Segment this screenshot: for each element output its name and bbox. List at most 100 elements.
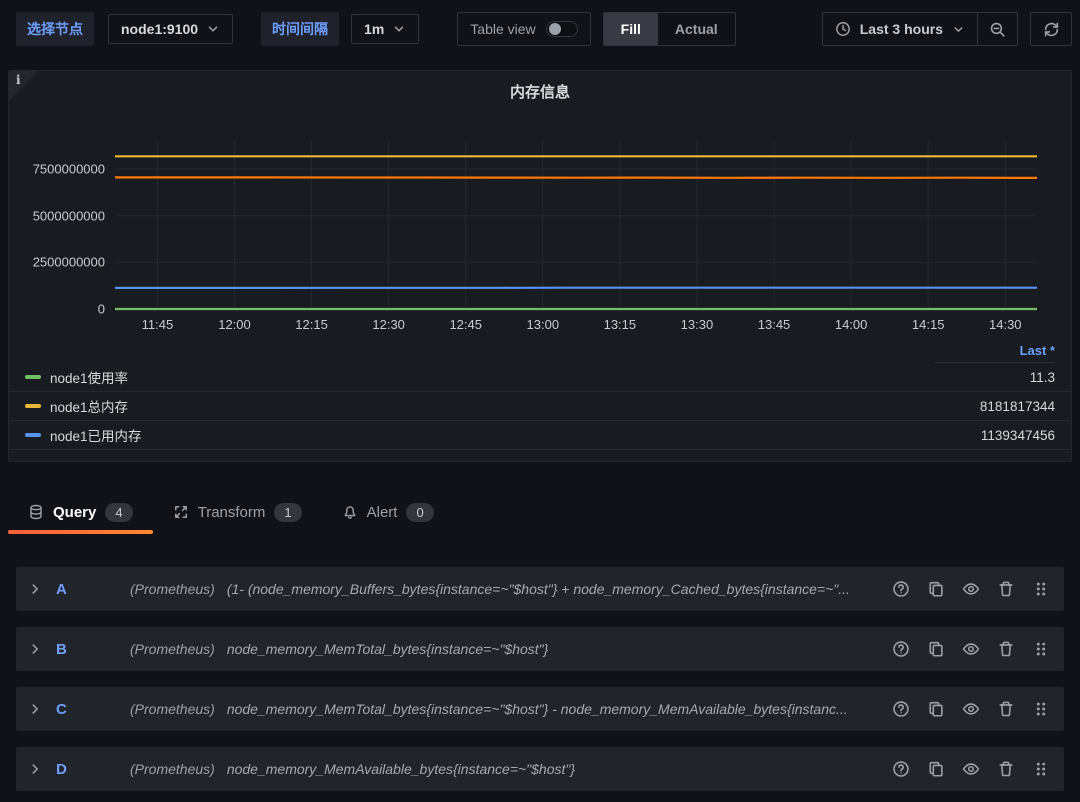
query-list: A (Prometheus) (1- (node_memory_Buffers_…: [16, 567, 1064, 791]
query-actions: [892, 580, 1050, 598]
toggle-knob: [549, 23, 561, 35]
y-axis-labels: 0250000000050000000007500000000: [9, 141, 115, 309]
toolbar: 选择节点 node1:9100 时间间隔 1m Table view Fill …: [0, 0, 1080, 48]
tab-alert[interactable]: Alert 0: [322, 490, 454, 534]
query-refid[interactable]: B: [56, 641, 114, 658]
duplicate-icon[interactable]: [927, 580, 945, 598]
time-series-plot[interactable]: [115, 141, 1037, 309]
query-row-d: D (Prometheus) node_memory_MemAvailable_…: [16, 747, 1064, 791]
query-datasource: (Prometheus): [130, 761, 215, 777]
drag-handle-icon[interactable]: [1032, 580, 1050, 598]
help-icon[interactable]: [892, 580, 910, 598]
duplicate-icon[interactable]: [927, 700, 945, 718]
eye-icon[interactable]: [962, 700, 980, 718]
fill-actual-switch: Fill Actual: [603, 12, 736, 46]
series-color-dash[interactable]: [25, 375, 41, 379]
query-refid[interactable]: C: [56, 701, 114, 718]
query-expression: node_memory_MemTotal_bytes{instance=~"$h…: [227, 701, 880, 717]
info-icon: i: [16, 73, 21, 87]
chevron-down-icon: [206, 22, 220, 36]
series-color-dash[interactable]: [25, 433, 41, 437]
help-icon[interactable]: [892, 640, 910, 658]
tab-count-badge: 1: [274, 503, 301, 522]
eye-icon[interactable]: [962, 580, 980, 598]
trash-icon[interactable]: [997, 580, 1015, 598]
expand-row-icon[interactable]: [28, 702, 42, 716]
transform-icon: [173, 504, 189, 520]
query-actions: [892, 700, 1050, 718]
legend-row: node1使用率 11.3: [9, 363, 1071, 392]
interval-select[interactable]: 1m: [351, 14, 419, 44]
editor-tabs: Query 4 Transform 1 Alert 0: [8, 490, 1072, 534]
query-actions: [892, 760, 1050, 778]
node-select[interactable]: node1:9100: [108, 14, 233, 44]
drag-handle-icon[interactable]: [1032, 760, 1050, 778]
query-row-c: C (Prometheus) node_memory_MemTotal_byte…: [16, 687, 1064, 731]
node-select-value: node1:9100: [121, 21, 198, 37]
time-range-button[interactable]: Last 3 hours: [823, 13, 977, 45]
legend-row: node1已用内存 1139347456: [9, 421, 1071, 450]
expand-row-icon[interactable]: [28, 762, 42, 776]
tab-count-badge: 4: [105, 503, 132, 522]
query-datasource: (Prometheus): [130, 641, 215, 657]
clock-icon: [835, 21, 851, 37]
legend-value: 8181817344: [935, 399, 1055, 414]
memory-panel: i 内存信息 0250000000050000000007500000000 1…: [8, 70, 1072, 462]
tab-label: Transform: [198, 504, 266, 521]
chart-area: 0250000000050000000007500000000: [9, 141, 1071, 309]
expand-row-icon[interactable]: [28, 642, 42, 656]
trash-icon[interactable]: [997, 640, 1015, 658]
series-color-dash[interactable]: [25, 404, 41, 408]
eye-icon[interactable]: [962, 640, 980, 658]
tab-transform[interactable]: Transform 1: [153, 490, 322, 534]
interval-select-value: 1m: [364, 21, 384, 37]
tab-query[interactable]: Query 4: [8, 490, 153, 534]
query-expression: node_memory_MemAvailable_bytes{instance=…: [227, 761, 880, 777]
actual-option[interactable]: Actual: [658, 13, 735, 45]
trash-icon[interactable]: [997, 760, 1015, 778]
panel-info-corner[interactable]: [9, 71, 39, 101]
tab-count-badge: 0: [406, 503, 433, 522]
duplicate-icon[interactable]: [927, 640, 945, 658]
duplicate-icon[interactable]: [927, 760, 945, 778]
chart-svg: [115, 141, 1037, 309]
table-view-control: Table view: [457, 12, 590, 46]
node-variable-label: 选择节点: [16, 12, 94, 46]
legend-header: Last *: [9, 341, 1071, 363]
legend-label[interactable]: node1已用内存: [50, 425, 142, 445]
drag-handle-icon[interactable]: [1032, 700, 1050, 718]
query-refid[interactable]: D: [56, 761, 114, 778]
table-view-toggle[interactable]: [546, 21, 578, 37]
zoom-out-time-button[interactable]: [977, 13, 1017, 45]
query-expression: (1- (node_memory_Buffers_bytes{instance=…: [227, 581, 880, 597]
database-icon: [28, 504, 44, 520]
fill-option[interactable]: Fill: [604, 13, 658, 45]
expand-row-icon[interactable]: [28, 582, 42, 596]
legend-sort-last[interactable]: Last *: [935, 343, 1055, 363]
interval-variable-label: 时间间隔: [261, 12, 339, 46]
help-icon[interactable]: [892, 760, 910, 778]
legend-label[interactable]: node1使用率: [50, 367, 128, 387]
query-expression: node_memory_MemTotal_bytes{instance=~"$h…: [227, 641, 880, 657]
trash-icon[interactable]: [997, 700, 1015, 718]
help-icon[interactable]: [892, 700, 910, 718]
chevron-down-icon: [392, 22, 406, 36]
query-actions: [892, 640, 1050, 658]
x-axis-labels: 11:4512:0012:1512:3012:4513:0013:1513:30…: [115, 315, 1037, 341]
legend-value: 11.3: [935, 370, 1055, 385]
time-range-label: Last 3 hours: [860, 21, 943, 37]
legend-label[interactable]: node1总内存: [50, 396, 128, 416]
panel-title[interactable]: 内存信息: [9, 71, 1071, 141]
drag-handle-icon[interactable]: [1032, 640, 1050, 658]
refresh-button[interactable]: [1030, 12, 1072, 46]
query-refid[interactable]: A: [56, 581, 114, 598]
eye-icon[interactable]: [962, 760, 980, 778]
time-picker: Last 3 hours: [822, 12, 1018, 46]
tab-label: Alert: [367, 504, 398, 521]
table-view-label: Table view: [470, 21, 535, 37]
refresh-icon: [1043, 21, 1060, 38]
query-datasource: (Prometheus): [130, 581, 215, 597]
query-row-a: A (Prometheus) (1- (node_memory_Buffers_…: [16, 567, 1064, 611]
zoom-out-icon: [989, 21, 1006, 38]
query-datasource: (Prometheus): [130, 701, 215, 717]
